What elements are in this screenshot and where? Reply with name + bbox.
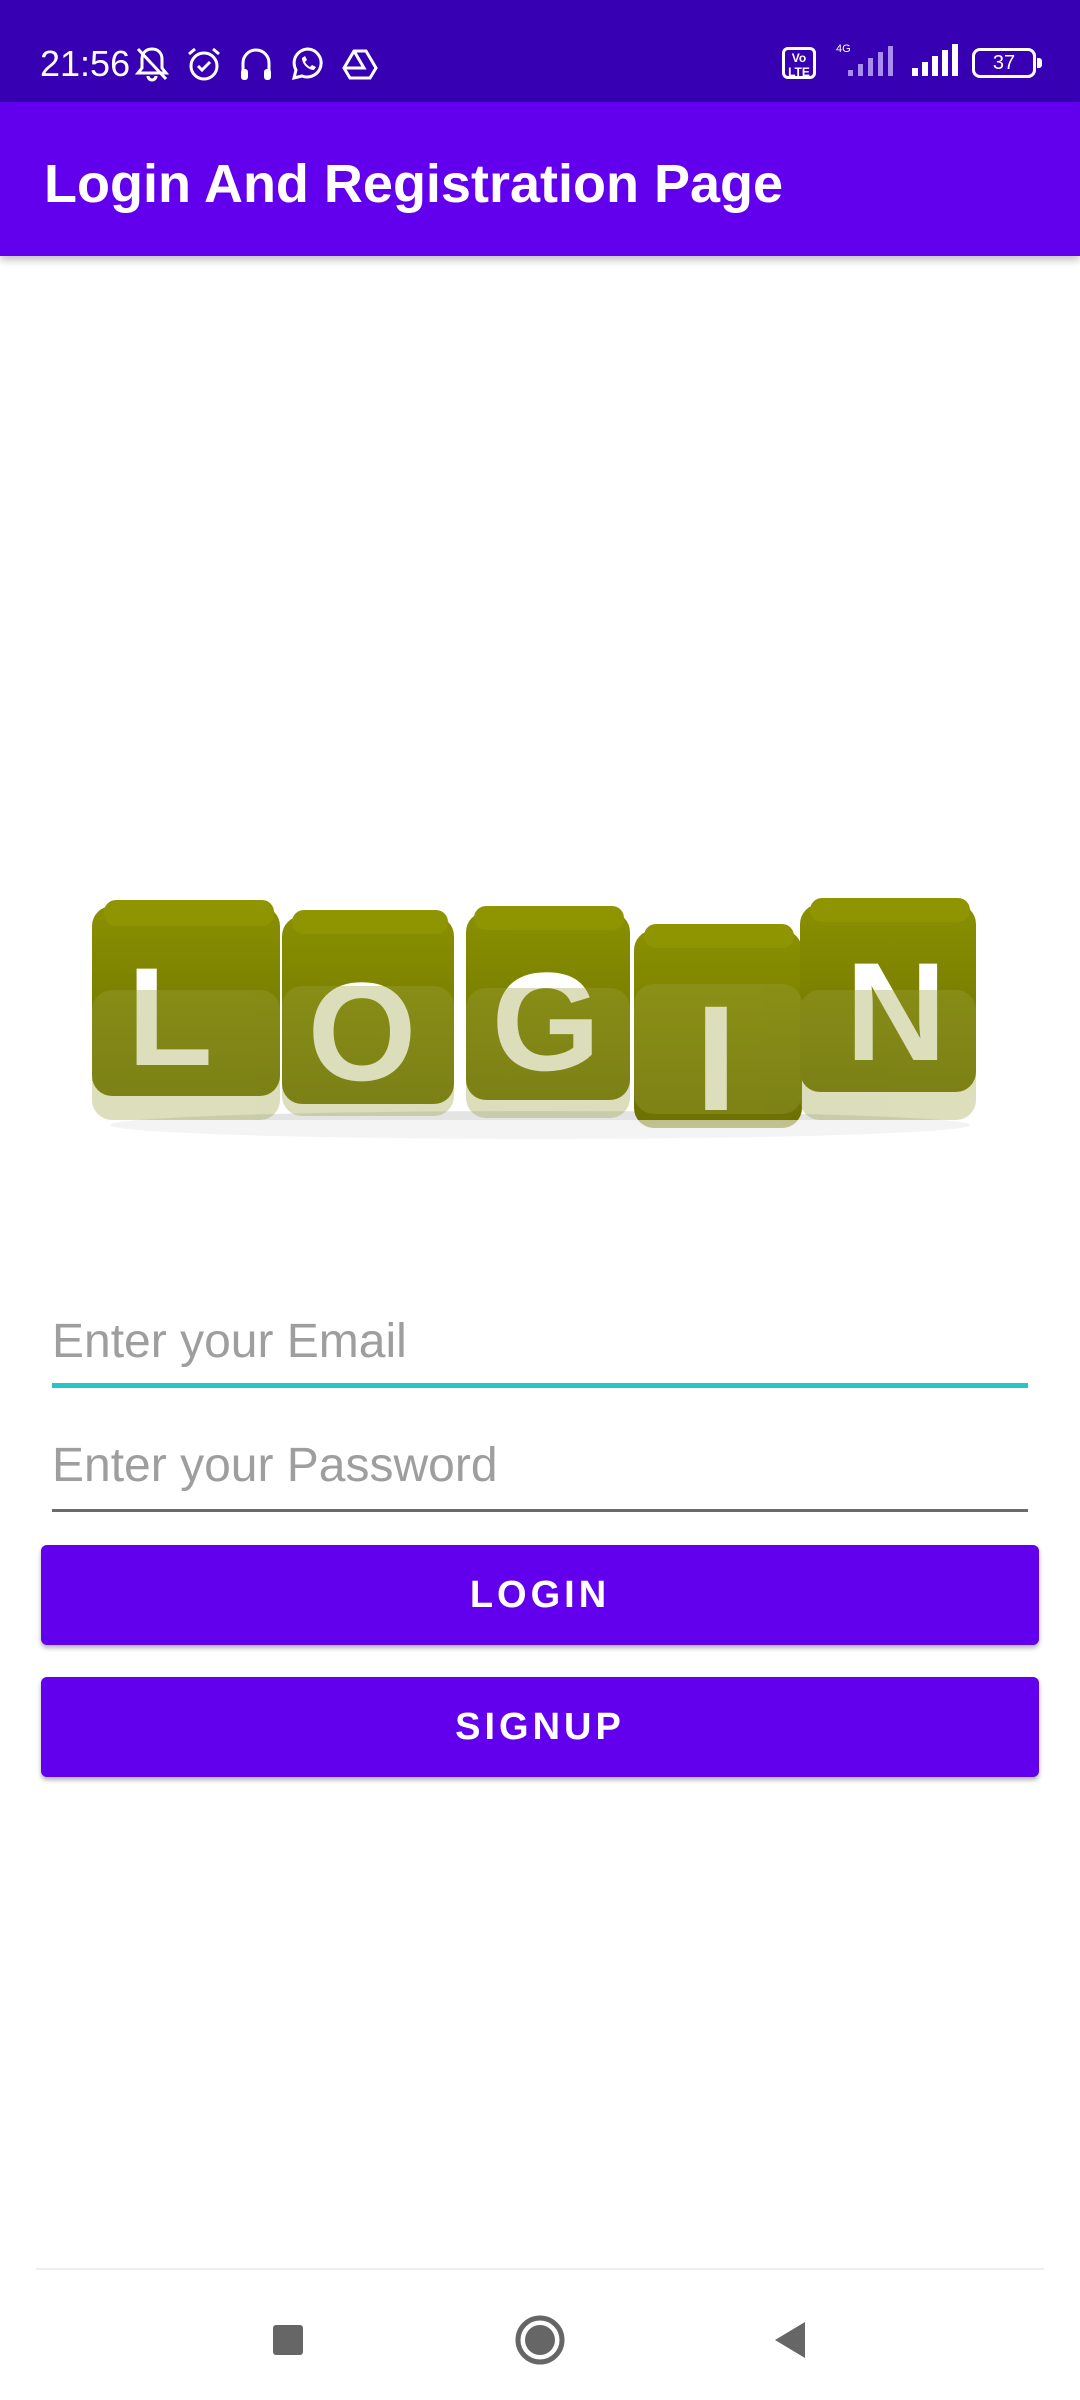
- home-icon[interactable]: [510, 2310, 570, 2370]
- headphones-icon: [234, 42, 278, 86]
- back-icon[interactable]: [760, 2310, 820, 2370]
- signal-icon: [910, 42, 960, 83]
- recents-icon[interactable]: [258, 2310, 318, 2370]
- svg-text:4G: 4G: [836, 43, 851, 55]
- email-field[interactable]: [52, 1298, 1028, 1388]
- signup-button[interactable]: SIGNUP: [41, 1677, 1039, 1777]
- bell-off-icon: [130, 42, 174, 86]
- login-hero-image: L O G I N: [60, 880, 1020, 1240]
- notification-icons: [130, 42, 382, 86]
- whatsapp-icon: [286, 42, 330, 86]
- password-input[interactable]: [52, 1422, 1028, 1508]
- email-underline: [52, 1383, 1028, 1388]
- signal-4g-icon: 4G: [828, 42, 898, 83]
- password-field[interactable]: [52, 1422, 1028, 1512]
- password-underline: [52, 1509, 1028, 1512]
- navigation-bar: [0, 2270, 1080, 2400]
- status-time: 21:56: [40, 43, 131, 84]
- system-status-icons: Vo LTE 4G 37: [782, 42, 1042, 83]
- status-bar: 21:56 Vo LTE 4G 37: [0, 0, 1080, 102]
- app-bar: Login And Registration Page: [0, 102, 1080, 256]
- page-title: Login And Registration Page: [44, 154, 784, 214]
- battery-icon: 37: [972, 47, 1042, 78]
- drive-icon: [338, 42, 382, 86]
- volte-icon: Vo LTE: [782, 46, 816, 79]
- alarm-icon: [182, 42, 226, 86]
- login-button[interactable]: LOGIN: [41, 1545, 1039, 1645]
- email-input[interactable]: [52, 1298, 1028, 1384]
